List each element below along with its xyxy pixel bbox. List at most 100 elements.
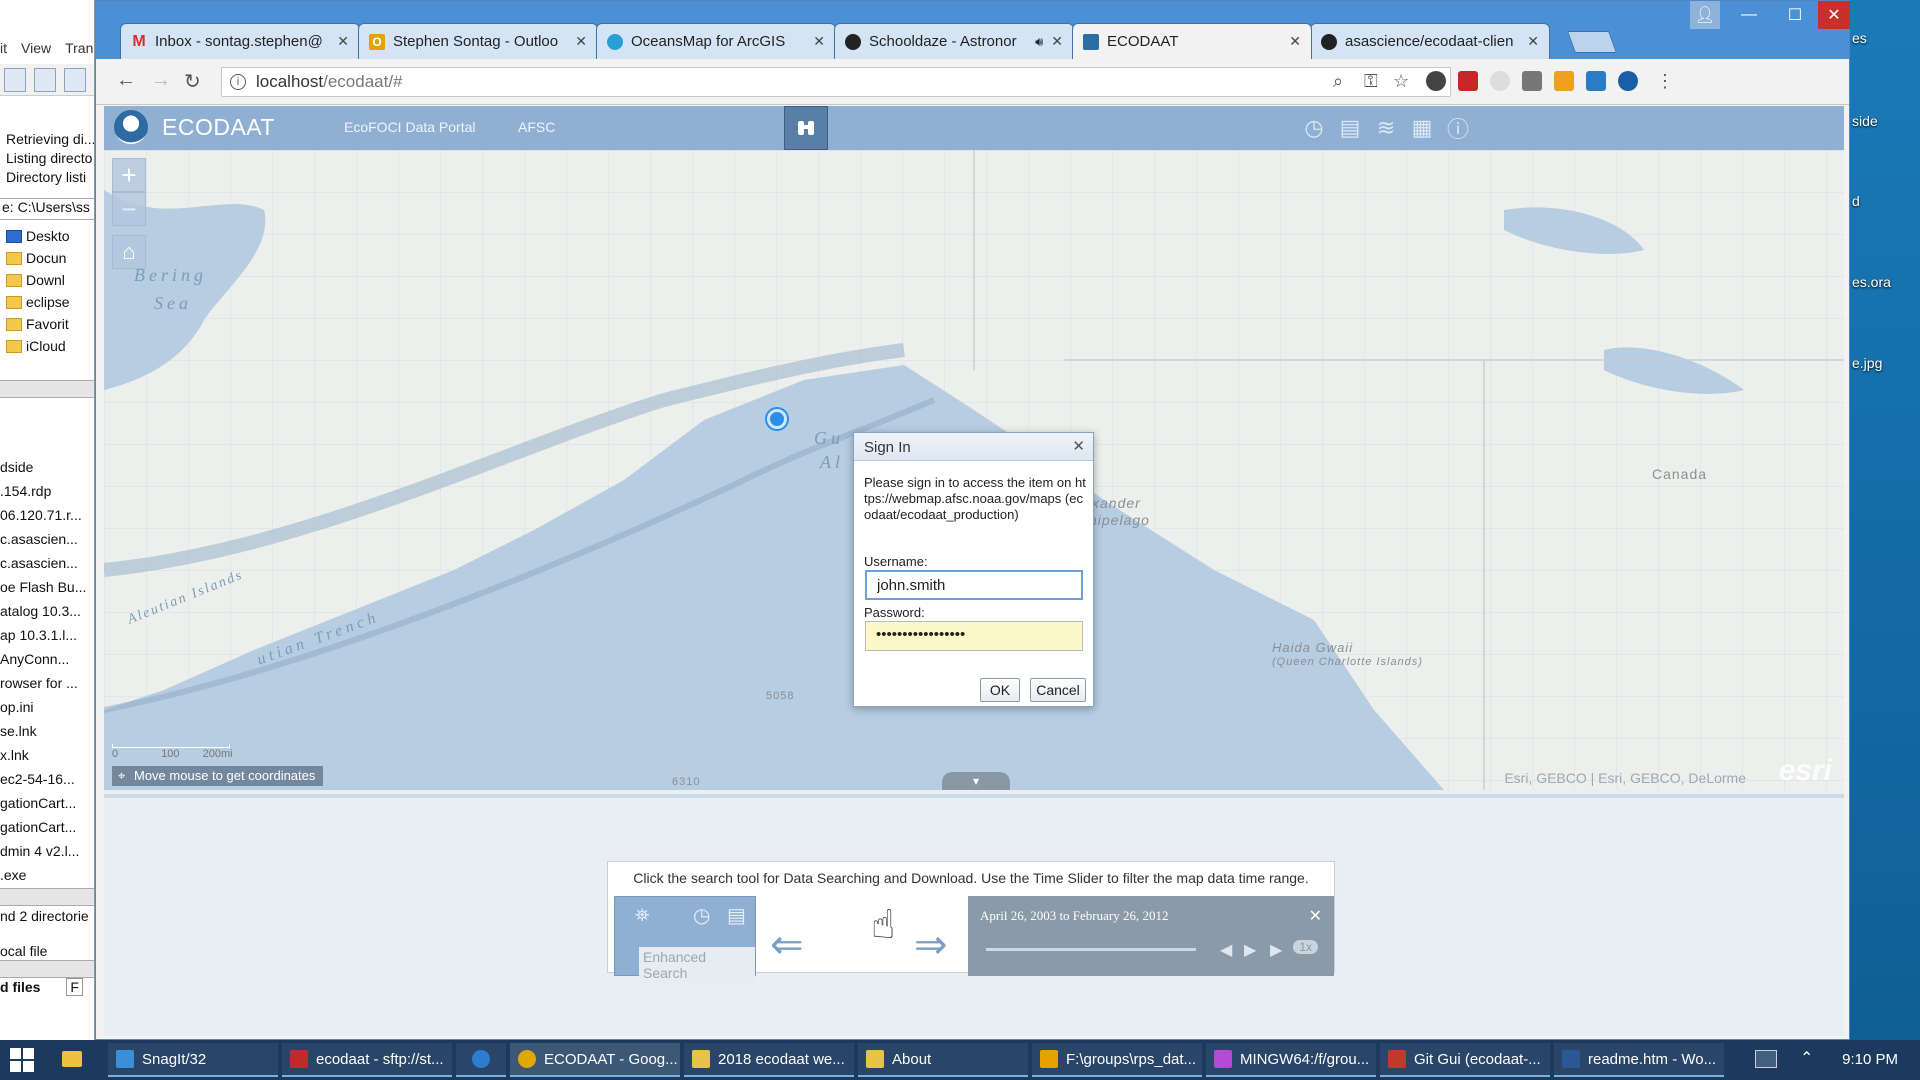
nav-ecofoci-link[interactable]: EcoFOCI Data Portal xyxy=(344,119,476,135)
file-item[interactable]: atalog 10.3... xyxy=(0,599,86,623)
tree-item[interactable]: Downl xyxy=(6,269,70,291)
taskbar-item-snagit[interactable]: SnagIt/32 xyxy=(108,1043,278,1077)
close-icon[interactable]: ✕ xyxy=(1072,437,1085,455)
file-explorer-icon[interactable] xyxy=(62,1051,82,1067)
taskbar-item-folder[interactable]: 2018 ecodaat we... xyxy=(684,1043,854,1077)
keyboard-icon[interactable] xyxy=(1755,1050,1777,1068)
speaker-icon[interactable]: 🔊︎ xyxy=(1035,34,1043,50)
binoculars-search-button[interactable] xyxy=(784,106,828,150)
close-icon[interactable]: ✕ xyxy=(1289,33,1301,50)
windows-start-icon[interactable] xyxy=(10,1048,34,1072)
taskbar-item-gitgui[interactable]: Git Gui (ecodaat-... xyxy=(1380,1043,1550,1077)
tray-chevron-up-icon[interactable]: ⌃ xyxy=(1800,1048,1813,1068)
bg-toolbar-button[interactable] xyxy=(64,68,86,92)
password-field[interactable]: ••••••••••••••••• xyxy=(865,621,1083,651)
bg-status-tab[interactable]: F xyxy=(66,978,83,996)
zoom-icon[interactable]: ⌕ xyxy=(1333,71,1343,92)
tree-item[interactable]: eclipse xyxy=(6,291,70,313)
file-item[interactable]: gationCart... xyxy=(0,791,86,815)
bg-menu-item[interactable]: Tran xyxy=(65,40,93,56)
file-item[interactable]: ec2-54-16... xyxy=(0,767,86,791)
panel-collapse-toggle[interactable]: ▾ xyxy=(942,772,1010,790)
close-icon[interactable]: ✕ xyxy=(1051,33,1063,50)
file-item[interactable]: oe Flash Bu... xyxy=(0,575,86,599)
file-item[interactable]: op.ini xyxy=(0,695,86,719)
minimize-button[interactable]: — xyxy=(1726,1,1772,29)
file-item[interactable]: AnyConn... xyxy=(0,647,86,671)
zoom-out-button[interactable]: − xyxy=(112,192,146,226)
desktop-icon-label[interactable]: d xyxy=(1852,193,1860,209)
maximize-button[interactable]: ☐ xyxy=(1772,1,1818,29)
extension-chart-icon[interactable] xyxy=(1586,71,1606,91)
back-arrow-icon[interactable]: ← xyxy=(116,69,136,92)
tab-oceansmap[interactable]: OceansMap for ArcGIS ✕ xyxy=(596,23,836,59)
menu-kebab-icon[interactable]: ⋮ xyxy=(1656,71,1674,92)
tree-item[interactable]: Favorit xyxy=(6,313,70,335)
tab-gmail[interactable]: M Inbox - sontag.stephen@ ✕ xyxy=(120,23,360,59)
star-icon[interactable]: ☆ xyxy=(1393,71,1409,92)
tree-item[interactable]: iCloud xyxy=(6,335,70,357)
home-extent-button[interactable]: ⌂ xyxy=(112,235,146,269)
tab-ecodaat[interactable]: ECODAAT ✕ xyxy=(1072,23,1312,59)
forward-arrow-icon[interactable]: → xyxy=(151,69,171,92)
location-marker[interactable] xyxy=(767,409,787,429)
info-icon[interactable]: i xyxy=(230,74,246,90)
extension-icon[interactable] xyxy=(1554,71,1574,91)
close-icon[interactable]: ✕ xyxy=(575,33,587,50)
extension-sync-icon[interactable] xyxy=(1426,71,1446,91)
info-circle-icon[interactable]: ⓘ xyxy=(1444,114,1472,142)
file-item[interactable]: dside xyxy=(0,455,86,479)
file-item[interactable]: gationCart... xyxy=(0,815,86,839)
bg-path-row[interactable]: e: C:\Users\ss xyxy=(0,198,94,220)
tab-schooldaze[interactable]: Schooldaze - Astronor 🔊︎ ✕ xyxy=(834,23,1074,59)
close-icon[interactable]: ✕ xyxy=(1527,33,1539,50)
file-item[interactable]: se.lnk xyxy=(0,719,86,743)
file-item[interactable]: c.asascien... xyxy=(0,527,86,551)
file-item[interactable]: .exe xyxy=(0,863,86,887)
nav-afsc-link[interactable]: AFSC xyxy=(518,119,555,135)
taskbar-item-chrome[interactable]: ECODAAT - Goog... xyxy=(510,1043,680,1077)
url-input[interactable]: i localhost/ecodaat/# xyxy=(221,67,1451,97)
extension-globe-icon[interactable] xyxy=(1618,71,1638,91)
ok-button[interactable]: OK xyxy=(980,678,1020,702)
cancel-button[interactable]: Cancel xyxy=(1030,678,1086,702)
extension-cors-icon[interactable] xyxy=(1458,71,1478,91)
file-item[interactable]: dmin 4 v2.l... xyxy=(0,839,86,863)
taskbar-item-about[interactable]: About xyxy=(858,1043,1028,1077)
file-item[interactable]: x.lnk xyxy=(0,743,86,767)
file-item[interactable]: rowser for ... xyxy=(0,671,86,695)
desktop-icon-label[interactable]: side xyxy=(1852,113,1878,129)
bg-menu-item[interactable]: it xyxy=(0,40,7,56)
file-item[interactable]: 06.120.71.r... xyxy=(0,503,86,527)
chat-icon[interactable]: ▤ xyxy=(1336,114,1364,142)
bg-toolbar-button[interactable] xyxy=(4,68,26,92)
tree-item[interactable]: Docun xyxy=(6,247,70,269)
clock[interactable]: 9:10 PM xyxy=(1842,1051,1898,1068)
zoom-in-button[interactable]: + xyxy=(112,158,146,192)
taskbar-item-sublime[interactable]: F:\groups\rps_dat... xyxy=(1032,1043,1202,1077)
key-icon[interactable]: ⚿ xyxy=(1364,71,1378,92)
time-slider-clock-icon[interactable]: ◷ xyxy=(1300,114,1328,142)
bg-toolbar-button[interactable] xyxy=(34,68,56,92)
layers-icon[interactable]: ≋ xyxy=(1372,114,1400,142)
file-item[interactable]: ap 10.3.1.l... xyxy=(0,623,86,647)
tree-item[interactable]: Deskto xyxy=(6,225,70,247)
taskbar-item-filezilla[interactable]: ecodaat - sftp://st... xyxy=(282,1043,452,1077)
bg-path-value[interactable]: C:\Users\ss xyxy=(18,199,90,215)
extension-icon[interactable] xyxy=(1490,71,1510,91)
bg-menu-item[interactable]: View xyxy=(21,40,51,56)
close-icon[interactable]: ✕ xyxy=(337,33,349,50)
file-item[interactable]: c.asascien... xyxy=(0,551,86,575)
desktop-icon-label[interactable]: es xyxy=(1852,30,1867,46)
file-item[interactable]: .154.rdp xyxy=(0,479,86,503)
desktop-icon-label[interactable]: es.ora xyxy=(1852,274,1891,290)
taskbar-item-mingw[interactable]: MINGW64:/f/grou... xyxy=(1206,1043,1376,1077)
close-window-button[interactable]: ✕ xyxy=(1818,1,1850,29)
new-tab-button[interactable] xyxy=(1566,31,1618,53)
close-icon[interactable]: ✕ xyxy=(813,33,825,50)
username-field[interactable] xyxy=(865,570,1083,600)
grid-icon[interactable]: ▦ xyxy=(1408,114,1436,142)
reload-icon[interactable]: ↻ xyxy=(184,69,201,94)
tab-github[interactable]: asascience/ecodaat-clien ✕ xyxy=(1310,23,1550,59)
user-profile-icon[interactable]: 👤︎ xyxy=(1690,1,1720,29)
